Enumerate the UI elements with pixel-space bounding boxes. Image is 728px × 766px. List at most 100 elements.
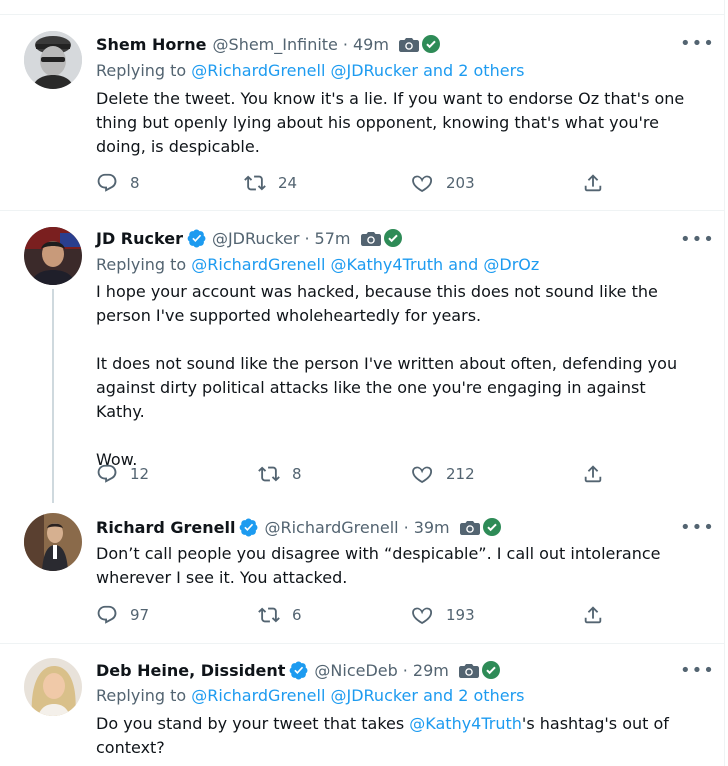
share-button[interactable] (582, 604, 604, 626)
share-button[interactable] (582, 172, 604, 194)
like-button[interactable]: 212 (412, 463, 475, 485)
replying-to-link[interactable]: @RichardGrenell @JDRucker and 2 others (191, 686, 524, 705)
tweet-paragraph: It does not sound like the person I've w… (96, 354, 678, 421)
timestamp[interactable]: 29m (413, 661, 449, 680)
author-handle[interactable]: @NiceDeb (314, 661, 397, 680)
retweet-icon (258, 466, 280, 482)
green-check-icon (481, 661, 500, 679)
replying-to-label: Replying to (96, 255, 187, 274)
tweet-shem-horne[interactable]: Shem Horne @Shem_Infinite · 49m ••• Repl… (0, 15, 724, 211)
share-icon (584, 174, 602, 192)
separator: · (403, 517, 409, 537)
tweet-deb-heine[interactable]: Deb Heine, Dissident @NiceDeb · 29m ••• … (0, 644, 724, 766)
share-icon (584, 465, 602, 483)
author-name[interactable]: Richard Grenell (96, 518, 235, 537)
thread-line (52, 289, 54, 503)
author-name[interactable]: Deb Heine, Dissident (96, 661, 285, 680)
tweet-paragraph: I hope your account was hacked, because … (96, 282, 658, 325)
retweet-icon (258, 607, 280, 623)
replying-to: Replying to @RichardGrenell @JDRucker an… (96, 61, 524, 80)
author-handle[interactable]: @RichardGrenell (264, 518, 398, 537)
mention-link[interactable]: @Kathy4Truth (409, 714, 522, 733)
tweet-header: Shem Horne @Shem_Infinite · 49m (96, 32, 440, 56)
like-count: 212 (446, 465, 475, 483)
author-name[interactable]: Shem Horne (96, 35, 207, 54)
separator: · (402, 660, 408, 680)
tweet-header: Richard Grenell @RichardGrenell · 39m (96, 515, 501, 539)
like-button[interactable]: 193 (412, 604, 475, 626)
like-count: 203 (446, 174, 475, 192)
verified-icon (240, 518, 258, 536)
retweet-icon (244, 175, 266, 191)
share-button[interactable] (582, 463, 604, 485)
like-button[interactable]: 203 (412, 172, 475, 194)
more-icon[interactable]: ••• (680, 229, 714, 250)
author-handle[interactable]: @Shem_Infinite (213, 35, 338, 54)
green-check-icon (482, 518, 501, 536)
author-name[interactable]: JD Rucker (96, 229, 183, 248)
tweet-text-start: Do you stand by your tweet that takes (96, 714, 410, 733)
tweet-text: Don’t call people you disagree with “des… (96, 542, 696, 590)
reply-count: 97 (130, 606, 150, 624)
green-check-icon (383, 229, 402, 247)
reply-icon (97, 173, 117, 192)
retweet-count: 6 (292, 606, 302, 624)
retweet-button[interactable]: 6 (258, 604, 302, 626)
tweet-text: Do you stand by your tweet that takes @K… (96, 712, 696, 760)
avatar[interactable] (24, 227, 82, 285)
replying-to-label: Replying to (96, 686, 187, 705)
reply-button[interactable]: 8 (96, 172, 140, 194)
timestamp[interactable]: 39m (414, 518, 450, 537)
avatar[interactable] (24, 31, 82, 89)
retweet-button[interactable]: 8 (258, 463, 302, 485)
replying-to: Replying to @RichardGrenell @JDRucker an… (96, 686, 524, 705)
replying-to-label: Replying to (96, 61, 187, 80)
retweet-count: 24 (278, 174, 298, 192)
tweet-text: I hope your account was hacked, because … (96, 280, 696, 472)
tweet-paragraph: Delete the tweet. You know it's a lie. I… (96, 89, 685, 156)
reply-icon (97, 605, 117, 624)
camera-icon (398, 38, 419, 52)
verified-icon (290, 661, 308, 679)
reply-count: 8 (130, 174, 140, 192)
tweet-actions: 12 8 212 (96, 463, 616, 487)
tweet-text: Delete the tweet. You know it's a lie. I… (96, 87, 696, 159)
more-icon[interactable]: ••• (680, 33, 714, 54)
like-icon (412, 607, 433, 625)
tweet-actions: 8 24 203 (96, 172, 616, 196)
retweet-button[interactable]: 24 (244, 172, 297, 194)
camera-icon (360, 232, 381, 246)
separator: · (304, 228, 310, 248)
more-icon[interactable]: ••• (680, 660, 714, 681)
reply-button[interactable]: 12 (96, 463, 149, 485)
tweet-header: JD Rucker @JDRucker · 57m (96, 226, 402, 250)
retweet-count: 8 (292, 465, 302, 483)
tweet-jd-rucker[interactable]: JD Rucker @JDRucker · 57m ••• Replying t… (0, 211, 724, 503)
tweet-richard-grenell[interactable]: Richard Grenell @RichardGrenell · 39m ••… (0, 501, 724, 643)
like-icon (412, 175, 433, 193)
like-icon (412, 466, 433, 484)
camera-icon (458, 664, 479, 678)
like-count: 193 (446, 606, 475, 624)
author-handle[interactable]: @JDRucker (212, 229, 300, 248)
separator: · (342, 34, 348, 54)
tweet-actions: 97 6 193 (96, 604, 616, 628)
verified-icon (187, 229, 206, 247)
avatar[interactable] (24, 513, 82, 571)
tweet-paragraph: Don’t call people you disagree with “des… (96, 544, 661, 587)
tweet-paragraph: Do you stand by your tweet that takes @K… (96, 712, 696, 760)
replying-to: Replying to @RichardGrenell @Kathy4Truth… (96, 255, 539, 274)
timestamp[interactable]: 49m (353, 35, 389, 54)
share-icon (584, 606, 602, 624)
camera-icon (459, 521, 480, 535)
timestamp[interactable]: 57m (315, 229, 351, 248)
green-check-icon (421, 35, 440, 53)
tweet-header: Deb Heine, Dissident @NiceDeb · 29m (96, 658, 500, 682)
replying-to-link[interactable]: @RichardGrenell @Kathy4Truth and @DrOz (191, 255, 539, 274)
reply-icon (97, 464, 117, 483)
replying-to-link[interactable]: @RichardGrenell @JDRucker and 2 others (191, 61, 524, 80)
more-icon[interactable]: ••• (680, 517, 714, 538)
avatar[interactable] (24, 658, 82, 716)
reply-button[interactable]: 97 (96, 604, 149, 626)
reply-count: 12 (130, 465, 150, 483)
